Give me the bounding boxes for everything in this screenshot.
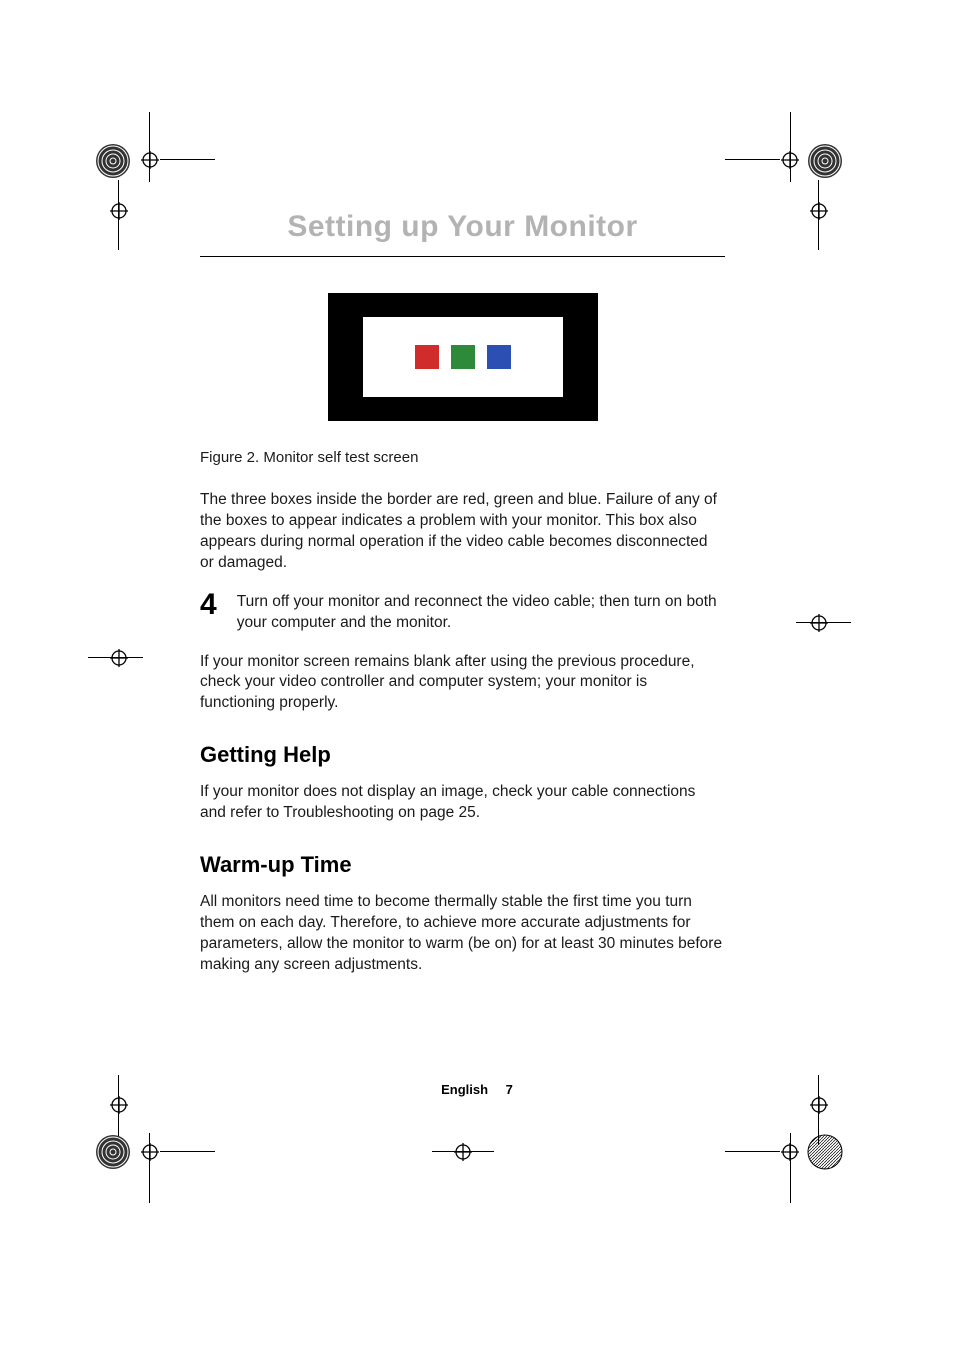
crop-line [796,622,851,623]
monitor-test-screen-icon [328,293,598,421]
paragraph: If your monitor does not display an imag… [200,782,725,824]
registration-rosette-icon [806,142,844,180]
crop-line [118,180,119,250]
registration-cross-icon [781,1143,799,1161]
crop-line [160,1151,215,1152]
crop-line [160,159,215,160]
registration-cross-icon [141,1143,159,1161]
chapter-title: Setting up Your Monitor [200,210,725,257]
heading-getting-help: Getting Help [200,742,725,768]
heading-warm-up-time: Warm-up Time [200,852,725,878]
blue-box-icon [487,345,511,369]
page: Setting up Your Monitor Figure 2. Monito… [0,0,954,1351]
step-text: Turn off your monitor and reconnect the … [237,590,725,634]
footer-language: English [441,1082,488,1097]
paragraph: The three boxes inside the border are re… [200,490,725,574]
step-4: 4 Turn off your monitor and reconnect th… [200,590,725,634]
paragraph: If your monitor screen remains blank aft… [200,652,725,715]
red-box-icon [415,345,439,369]
crop-line [432,1151,494,1152]
figure-caption: Figure 2. Monitor self test screen [200,449,725,466]
crop-line [790,112,791,182]
crop-line [88,657,143,658]
crop-line [149,112,150,182]
registration-rosette-icon [806,1133,844,1171]
registration-cross-icon [781,151,799,169]
paragraph: All monitors need time to become thermal… [200,892,725,976]
registration-cross-icon [141,151,159,169]
footer-page-number: 7 [506,1082,513,1097]
page-footer: English 7 [0,1082,954,1097]
green-box-icon [451,345,475,369]
content-area: Setting up Your Monitor Figure 2. Monito… [200,210,725,976]
crop-line [818,180,819,250]
registration-rosette-icon [94,142,132,180]
crop-line [725,159,780,160]
figure-monitor-self-test [200,293,725,421]
registration-rosette-icon [94,1133,132,1171]
crop-line [725,1151,780,1152]
step-number: 4 [200,590,217,620]
monitor-test-inner [363,317,563,397]
